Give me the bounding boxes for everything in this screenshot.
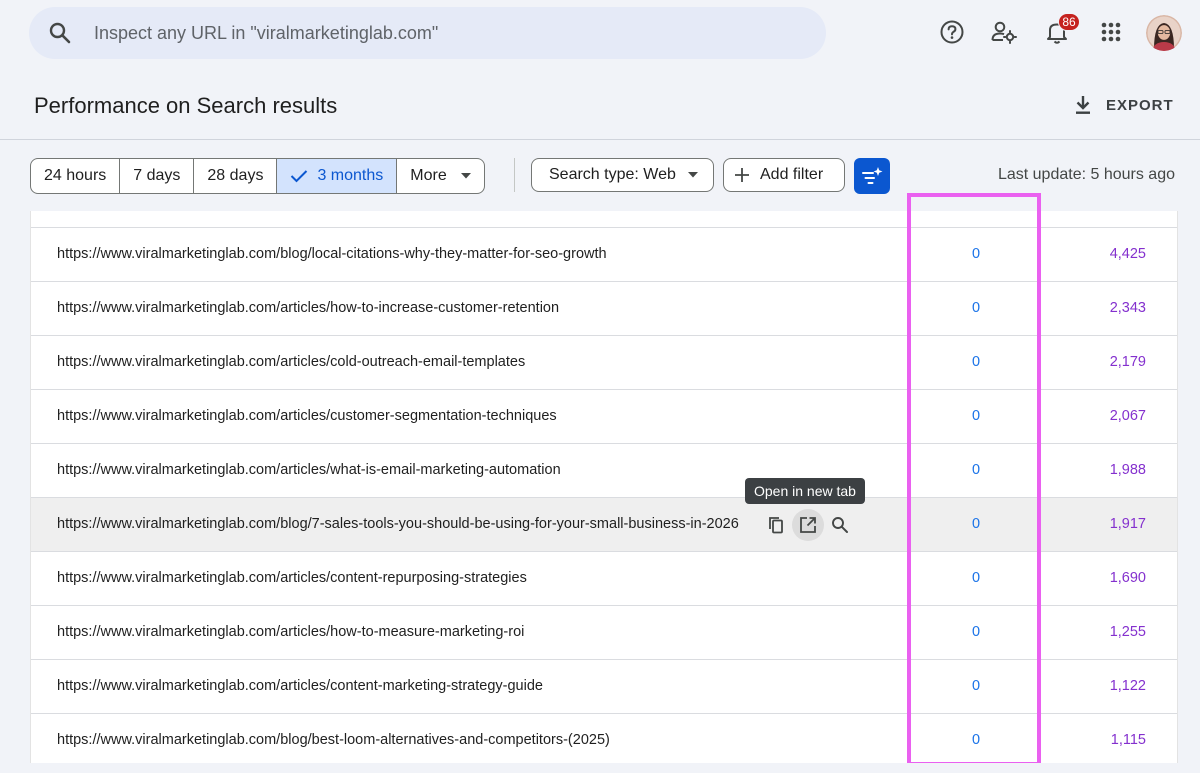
caret-down-icon bbox=[460, 173, 471, 179]
filter-separator bbox=[514, 158, 515, 192]
range-7-days[interactable]: 7 days bbox=[120, 159, 195, 193]
page-bottom-edge bbox=[0, 763, 1200, 773]
caret-down-icon bbox=[687, 172, 698, 178]
add-filter-label: Add filter bbox=[760, 166, 824, 183]
search-type-filter[interactable]: Search type: Web bbox=[531, 158, 714, 192]
last-update-text: Last update: 5 hours ago bbox=[997, 166, 1175, 183]
help-button[interactable] bbox=[934, 14, 970, 50]
range-more-dropdown[interactable]: More bbox=[397, 159, 483, 193]
inspect-url-button[interactable] bbox=[824, 509, 856, 541]
export-label: EXPORT bbox=[1106, 96, 1174, 114]
ai-filter-button[interactable] bbox=[854, 158, 890, 194]
row-actions bbox=[760, 509, 856, 541]
sparkle-filter-icon bbox=[862, 167, 883, 184]
manage-users-button[interactable] bbox=[986, 14, 1022, 50]
apps-grid-icon bbox=[1101, 22, 1121, 42]
export-button[interactable]: EXPORT bbox=[1068, 88, 1178, 122]
impressions-value: 2,067 bbox=[1109, 408, 1146, 424]
search-type-label: Search type: Web bbox=[549, 166, 676, 183]
apps-button[interactable] bbox=[1093, 14, 1129, 50]
top-bar: 86 bbox=[0, 0, 1200, 68]
range-label: 7 days bbox=[133, 167, 181, 184]
add-filter-button[interactable]: Add filter bbox=[723, 158, 845, 192]
open-in-new-icon bbox=[800, 517, 816, 533]
page-url: https://www.viralmarketinglab.com/articl… bbox=[57, 354, 526, 370]
notifications-button[interactable]: 86 bbox=[1039, 13, 1080, 50]
page-url: https://www.viralmarketinglab.com/articl… bbox=[57, 624, 525, 640]
impressions-value: 1,115 bbox=[1110, 732, 1146, 748]
impressions-value: 1,690 bbox=[1109, 570, 1146, 586]
copy-url-button[interactable] bbox=[760, 509, 792, 541]
range-label: More bbox=[410, 167, 447, 184]
open-in-new-tab-button[interactable] bbox=[792, 509, 824, 541]
clicks-column-highlight bbox=[907, 193, 1041, 766]
manage-users-icon bbox=[991, 21, 1017, 44]
range-label: 3 months bbox=[317, 167, 384, 184]
download-icon bbox=[1076, 96, 1090, 114]
page-url: https://www.viralmarketinglab.com/blog/b… bbox=[57, 732, 610, 748]
impressions-value: 4,425 bbox=[1109, 246, 1146, 262]
page-url: https://www.viralmarketinglab.com/articl… bbox=[57, 462, 561, 478]
impressions-value: 1,917 bbox=[1109, 516, 1146, 532]
impressions-value: 1,122 bbox=[1109, 678, 1146, 694]
page-url: https://www.viralmarketinglab.com/articl… bbox=[57, 300, 560, 316]
search-icon[interactable] bbox=[48, 21, 72, 45]
page-url: https://www.viralmarketinglab.com/articl… bbox=[57, 408, 557, 424]
check-icon bbox=[291, 170, 308, 183]
page-url: https://www.viralmarketinglab.com/articl… bbox=[57, 570, 527, 586]
page-url: https://www.viralmarketinglab.com/articl… bbox=[57, 678, 543, 694]
date-range-selector: 24 hours 7 days 28 days 3 months More bbox=[30, 158, 485, 194]
impressions-value: 2,179 bbox=[1109, 354, 1146, 370]
help-icon bbox=[940, 20, 964, 44]
url-inspection-input[interactable] bbox=[92, 21, 776, 45]
account-avatar[interactable] bbox=[1146, 15, 1182, 51]
avatar-image bbox=[1146, 15, 1182, 51]
impressions-value: 1,255 bbox=[1109, 624, 1146, 640]
notification-count-badge: 86 bbox=[1058, 13, 1080, 31]
range-label: 24 hours bbox=[44, 167, 107, 184]
impressions-value: 2,343 bbox=[1109, 300, 1146, 316]
impressions-value: 1,988 bbox=[1109, 462, 1146, 478]
header-divider bbox=[0, 139, 1200, 140]
url-inspection-search[interactable] bbox=[29, 7, 826, 59]
page-url: https://www.viralmarketinglab.com/blog/7… bbox=[57, 516, 739, 532]
search-icon bbox=[832, 517, 848, 533]
open-in-new-tab-tooltip: Open in new tab bbox=[745, 478, 865, 504]
page-title: Performance on Search results bbox=[34, 93, 338, 118]
copy-icon bbox=[769, 517, 783, 534]
range-label: 28 days bbox=[207, 167, 264, 184]
search-console-page: 86 Performance on Sear bbox=[0, 0, 1200, 773]
range-28-days[interactable]: 28 days bbox=[194, 159, 278, 193]
plus-icon bbox=[735, 168, 749, 182]
range-3-months[interactable]: 3 months bbox=[277, 159, 398, 193]
page-url: https://www.viralmarketinglab.com/blog/l… bbox=[57, 246, 607, 262]
range-24-hours[interactable]: 24 hours bbox=[31, 159, 121, 193]
